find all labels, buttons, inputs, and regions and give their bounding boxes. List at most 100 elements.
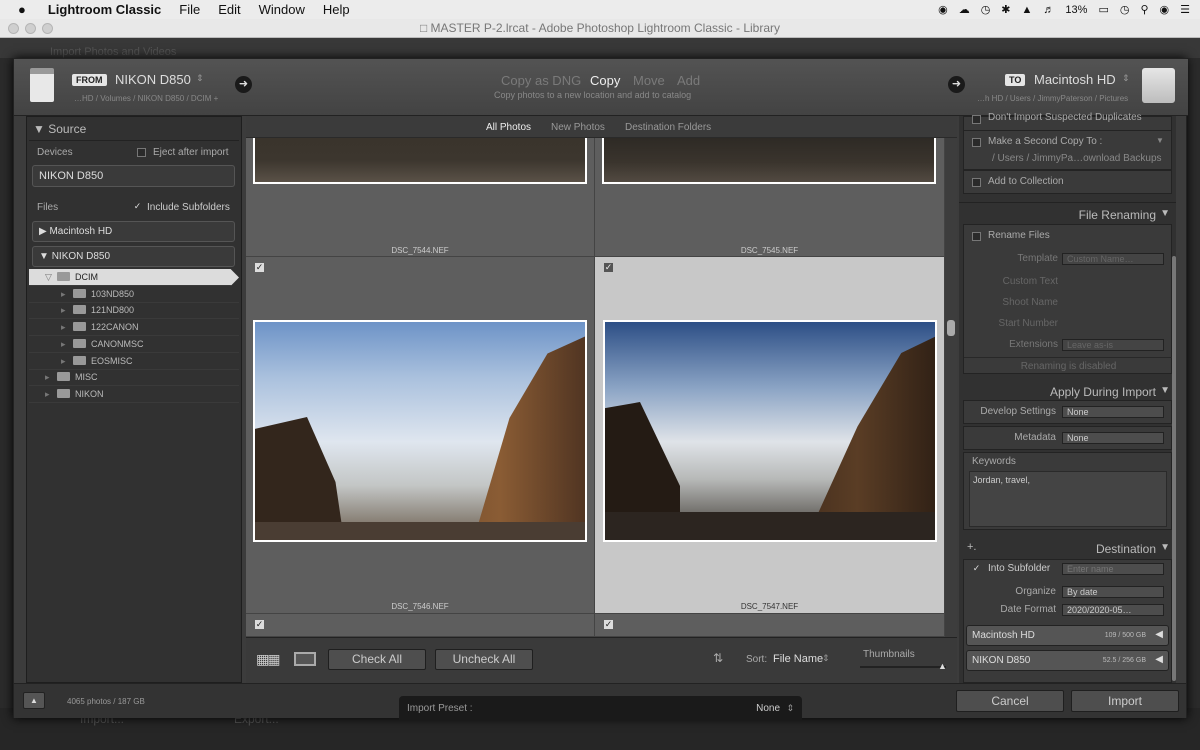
sort-dropdown[interactable]: File Name: [773, 653, 823, 665]
folder-item[interactable]: ▸ 121ND800: [29, 302, 239, 320]
photo-cell[interactable]: ✓: [595, 614, 945, 637]
minimize-window-button[interactable]: [25, 23, 36, 34]
menu-window[interactable]: Window: [259, 2, 305, 17]
apply-during-import-header[interactable]: Apply During Import ▼: [959, 380, 1176, 402]
date-format-dropdown[interactable]: 2020/2020-05…: [1062, 604, 1164, 616]
drive-nikon-d850[interactable]: NIKON D850 52.5 / 256 GB ◀: [966, 650, 1169, 671]
volume-icon[interactable]: ♬: [1043, 4, 1054, 16]
cloud-icon[interactable]: ☁: [959, 3, 970, 16]
preset-dropdown-icon[interactable]: ⇕: [786, 703, 794, 714]
photo-checkbox[interactable]: ✓: [604, 620, 613, 629]
mode-move[interactable]: Move: [633, 73, 665, 88]
siri-icon[interactable]: ◉: [1160, 3, 1170, 16]
folder-item[interactable]: ▸ 103ND850: [29, 286, 239, 303]
import-preset-bar[interactable]: Import Preset : None ⇕: [399, 696, 802, 720]
import-button[interactable]: Import: [1071, 690, 1179, 712]
to-destination-name[interactable]: Macintosh HD: [1034, 72, 1116, 87]
apple-icon[interactable]: ●: [18, 2, 26, 17]
control-center-icon[interactable]: ☰: [1180, 3, 1190, 16]
folder-item[interactable]: ▸ MISC: [29, 369, 239, 387]
tab-destination-folders[interactable]: Destination Folders: [625, 122, 711, 133]
from-source-name[interactable]: NIKON D850: [115, 72, 191, 87]
battery-icon[interactable]: ▭: [1098, 3, 1108, 16]
photo-checkbox[interactable]: ✓: [255, 620, 264, 629]
extensions-dropdown[interactable]: Leave as-is: [1062, 339, 1164, 351]
tab-new-photos[interactable]: New Photos: [551, 122, 605, 133]
photo-cell[interactable]: DSC_7545.NEF: [595, 138, 945, 257]
develop-settings-dropdown[interactable]: None: [1062, 406, 1164, 418]
drive-macintosh-hd[interactable]: Macintosh HD 109 / 500 GB ◀: [966, 625, 1169, 646]
menu-help[interactable]: Help: [323, 2, 350, 17]
photo-checkbox[interactable]: ✓: [604, 263, 613, 272]
photo-cell[interactable]: ✓ DSC_7546.NEF: [246, 257, 595, 614]
disclosure-triangle-icon[interactable]: ▸: [45, 389, 57, 400]
to-dropdown-icon[interactable]: ⇕: [1122, 73, 1130, 84]
from-arrow-icon[interactable]: ➜: [235, 76, 252, 93]
disclosure-triangle-icon[interactable]: ▸: [61, 356, 73, 367]
thumbnail-size-slider[interactable]: ▲: [860, 661, 947, 671]
photo-thumbnail[interactable]: [253, 320, 587, 542]
destination-header[interactable]: +. Destination ▼: [959, 537, 1176, 559]
bluetooth-icon[interactable]: ✱: [1001, 3, 1010, 16]
photo-thumbnail[interactable]: [603, 320, 937, 542]
photo-checkbox[interactable]: ✓: [255, 263, 264, 272]
menu-edit[interactable]: Edit: [218, 2, 240, 17]
clock-icon[interactable]: ◷: [1120, 3, 1130, 16]
cancel-button[interactable]: Cancel: [956, 690, 1064, 712]
photo-thumbnail[interactable]: [253, 138, 587, 184]
volume-macintosh-hd[interactable]: ▶ Macintosh HD: [32, 221, 235, 242]
battery-percent[interactable]: 13%: [1065, 4, 1087, 16]
tab-all-photos[interactable]: All Photos: [486, 122, 531, 133]
folder-item[interactable]: ▸ NIKON: [29, 386, 239, 403]
app-menu[interactable]: Lightroom Classic: [48, 2, 161, 17]
close-window-button[interactable]: [8, 23, 19, 34]
folder-item[interactable]: ▸ CANONMSC: [29, 336, 239, 353]
expand-up-icon[interactable]: ▲: [23, 692, 45, 709]
template-dropdown[interactable]: Custom Name…: [1062, 253, 1164, 265]
source-header[interactable]: ▼ Source: [33, 122, 86, 136]
disclosure-triangle-icon[interactable]: ▸: [61, 289, 73, 300]
search-icon[interactable]: ⚲: [1140, 3, 1148, 16]
panel-scrollbar[interactable]: [1172, 256, 1176, 681]
slider-thumb-icon[interactable]: ▲: [938, 661, 947, 671]
uncheck-all-button[interactable]: Uncheck All: [435, 649, 533, 670]
into-subfolder-checkbox[interactable]: ✓: [972, 564, 981, 573]
folder-item[interactable]: ▽ DCIM: [29, 269, 239, 286]
from-dropdown-icon[interactable]: ⇕: [196, 73, 204, 84]
rename-files-checkbox[interactable]: [972, 232, 981, 241]
second-copy-checkbox[interactable]: [972, 138, 981, 147]
second-copy-dropdown-icon[interactable]: ▼: [1156, 136, 1164, 145]
add-to-collection-checkbox[interactable]: [972, 178, 981, 187]
zoom-window-button[interactable]: [42, 23, 53, 34]
eject-after-import-checkbox[interactable]: [137, 148, 146, 157]
disclosure-triangle-icon[interactable]: ▸: [61, 322, 73, 333]
file-renaming-header[interactable]: File Renaming ▼: [959, 202, 1176, 224]
shield-icon[interactable]: ◉: [938, 3, 948, 16]
metadata-dropdown[interactable]: None: [1062, 432, 1164, 444]
time-machine-icon[interactable]: ◷: [981, 3, 991, 16]
loupe-view-icon[interactable]: [294, 652, 316, 666]
scrollbar-thumb[interactable]: [947, 320, 955, 336]
wifi-icon[interactable]: ▲: [1022, 4, 1033, 16]
disclosure-triangle-icon[interactable]: ▸: [45, 372, 57, 383]
import-preset-dropdown[interactable]: None: [756, 703, 780, 714]
subfolder-name-input[interactable]: [1062, 563, 1164, 575]
sort-az-icon[interactable]: ⇅: [713, 651, 723, 665]
sort-dropdown-icon[interactable]: ⇕: [822, 653, 830, 664]
add-folder-button[interactable]: +.: [967, 541, 976, 553]
photo-cell[interactable]: ✓: [246, 614, 595, 637]
folder-item[interactable]: ▸ 122CANON: [29, 319, 239, 337]
to-arrow-icon[interactable]: ➜: [948, 76, 965, 93]
include-subfolders-checkbox[interactable]: ✓: [133, 202, 142, 211]
volume-nikon-d850[interactable]: ▼ NIKON D850: [32, 246, 235, 267]
photo-cell-selected[interactable]: ✓ DSC_7547.NEF: [595, 257, 945, 614]
disclosure-triangle-icon[interactable]: ▸: [61, 305, 73, 316]
grid-scrollbar[interactable]: [945, 138, 957, 637]
check-all-button[interactable]: Check All: [328, 649, 426, 670]
mode-copy-as-dng[interactable]: Copy as DNG: [501, 73, 581, 88]
photo-thumbnail[interactable]: [602, 138, 936, 184]
device-item-nikon[interactable]: NIKON D850: [32, 165, 235, 187]
mode-add[interactable]: Add: [677, 73, 700, 88]
keywords-textarea[interactable]: Jordan, travel,: [969, 471, 1167, 527]
disclosure-triangle-icon[interactable]: ▽: [45, 272, 57, 283]
